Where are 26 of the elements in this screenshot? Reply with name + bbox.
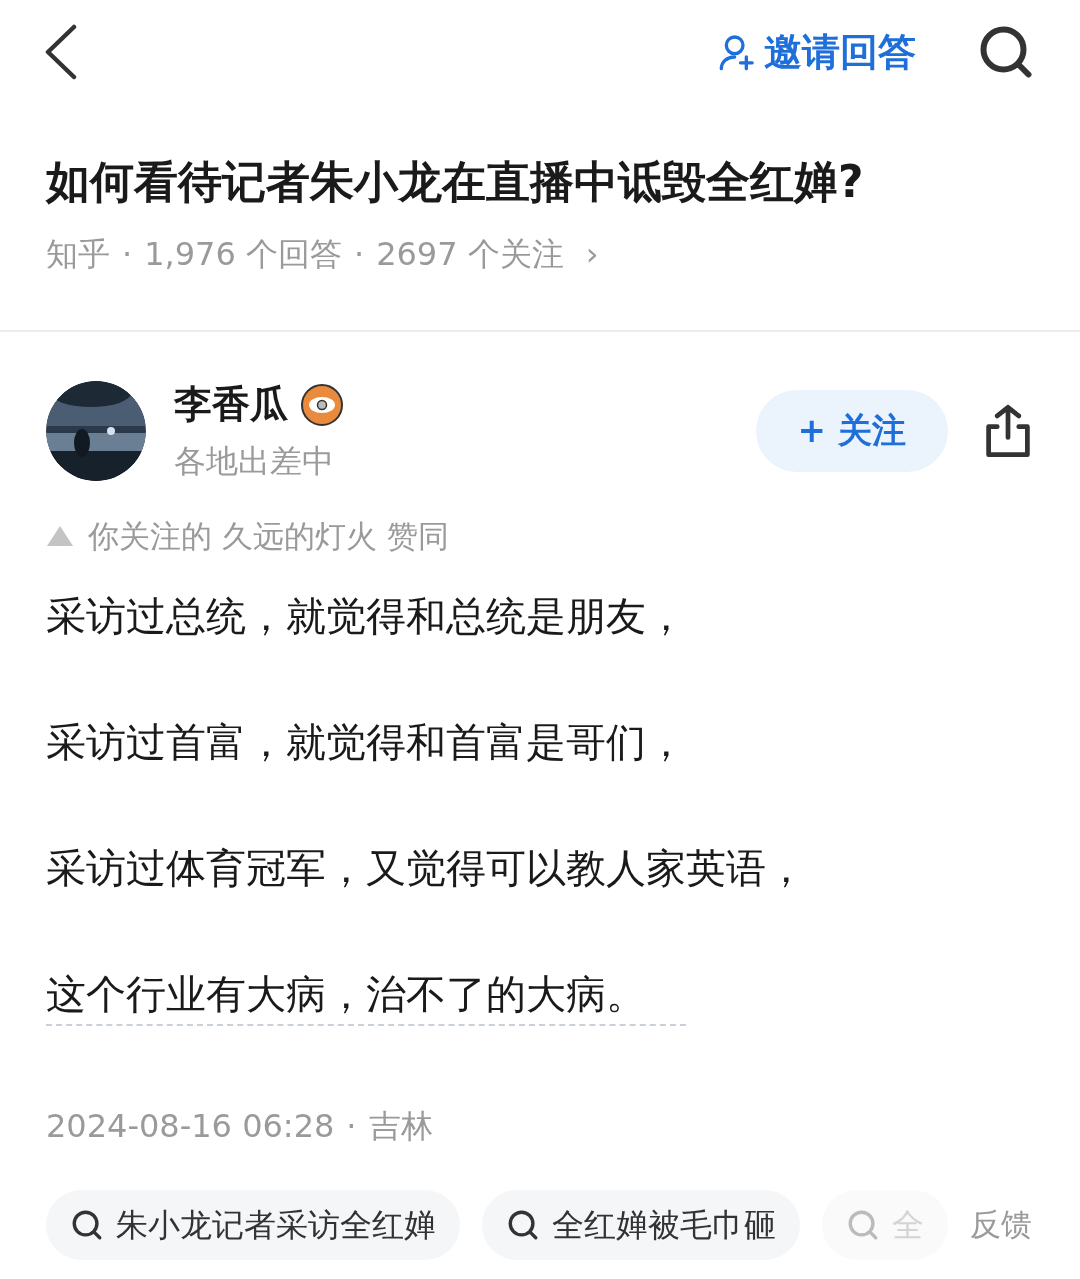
post-location: 吉林: [368, 1105, 433, 1147]
follow-button[interactable]: + 关注: [755, 389, 948, 472]
follow-label: 关注: [838, 409, 906, 452]
author-name[interactable]: 李香瓜: [174, 376, 288, 433]
related-search-chip[interactable]: 朱小龙记者采访全红婵: [46, 1189, 460, 1260]
separator-dot: ·: [353, 234, 365, 275]
source-label: 知乎: [46, 234, 110, 275]
answer-paragraph: 采访过体育冠军，又觉得可以教人家英语，: [46, 843, 806, 893]
answer-paragraph: 这个行业有大病，治不了的大病。: [46, 963, 686, 1026]
plus-sign: +: [797, 409, 826, 452]
upvote-icon: [46, 524, 74, 549]
back-icon[interactable]: [44, 24, 78, 80]
related-search-chip[interactable]: 全红婵被毛巾砸: [482, 1189, 800, 1260]
answer-paragraph: 采访过首富，就觉得和首富是哥们，: [46, 717, 686, 767]
chevron-icon[interactable]: ›: [585, 230, 599, 278]
follower-count: 2697 个关注: [376, 234, 564, 275]
answer-count: 1,976 个回答: [144, 234, 342, 275]
separator-dot: ·: [122, 234, 133, 275]
post-time: 2024-08-16 06:28: [46, 1105, 335, 1147]
answer-paragraph: 采访过总统，就觉得和总统是朋友，: [46, 591, 686, 641]
eye-badge-icon: [300, 382, 344, 427]
question-title: 如何看待记者朱小龙在直播中诋毁全红婵?: [46, 155, 865, 209]
endorsement-text: 你关注的 久远的灯火 赞同: [88, 517, 449, 556]
author-bio: 各地出差中: [174, 441, 335, 482]
separator-dot: ·: [346, 1105, 357, 1147]
invite-answer-button[interactable]: 邀请回答: [718, 23, 916, 81]
